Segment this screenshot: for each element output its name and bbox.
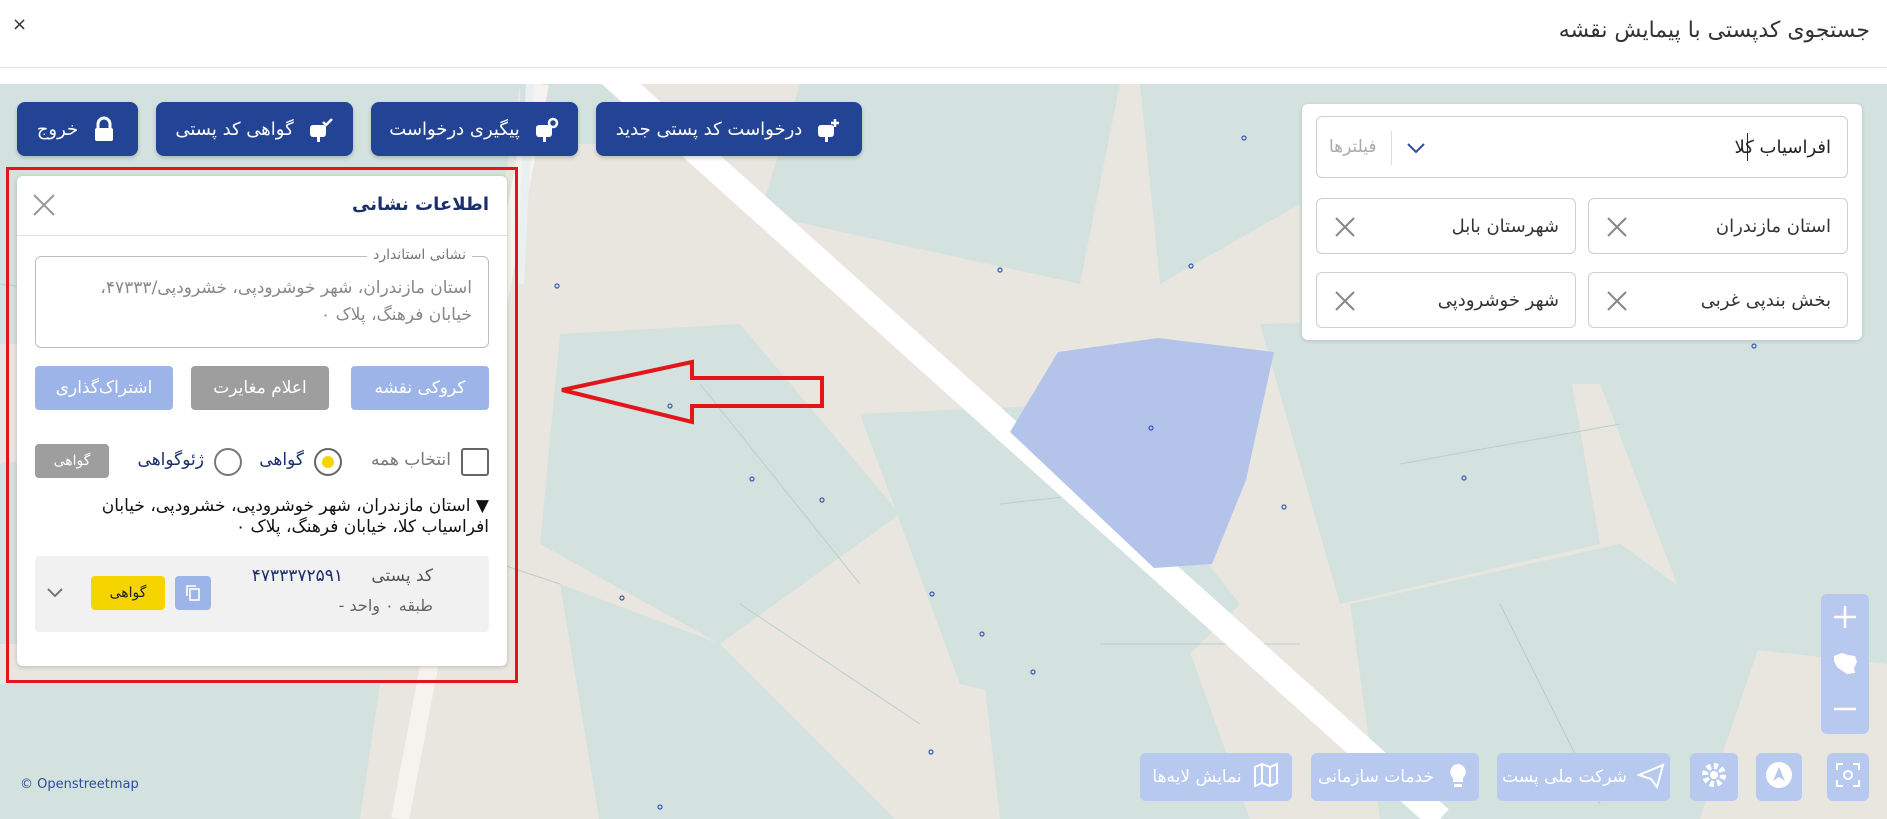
floor-unit-text: طبقه ۰ واحد - [338,596,433,615]
exit-label: خروج [36,118,79,140]
chevron-down-icon[interactable] [1405,137,1427,159]
filter-chip-district: بخش بندپی غربی [1588,272,1848,328]
standard-address-text: استان مازندران، شهر خوشرودپی، خشرودپی/۴۷… [100,278,472,325]
chip-label: بخش بندپی غربی [1700,290,1831,311]
zoom-out-icon[interactable] [1821,686,1869,732]
copy-icon[interactable] [175,576,211,610]
show-layers-button[interactable]: نمایش لایه‌ها [1140,753,1292,801]
result-certificate-button[interactable]: گواهی [91,576,165,610]
panel-header: اطلاعات نشانی [17,176,507,236]
lock-icon [90,115,118,143]
subscribe-button[interactable]: اشتراک‌گذاری [35,366,173,410]
postal-certificate-label: گواهی کد پستی [175,118,294,140]
certificate-button[interactable]: گواهی [35,444,109,478]
report-mismatch-button[interactable]: اعلام مغایرت [191,366,329,410]
track-request-button[interactable]: پیگیری درخواست [371,102,578,156]
filter-chip-county: شهرستان بابل [1316,198,1576,254]
settings-button[interactable] [1690,753,1738,801]
input-separator [1391,131,1392,165]
org-services-label: خدمات سازمانی [1318,767,1434,787]
address-tree-item[interactable]: ▼ استان مازندران، شهر خوشرودپی، خشرودپی،… [35,496,489,538]
mailbox-track-icon [532,115,560,143]
paper-plane-icon [1636,761,1665,794]
standard-address-field[interactable]: نشانی استاندارد استان مازندران، شهر خوشر… [35,247,489,348]
remove-chip-icon[interactable] [1605,289,1629,313]
panel-title: اطلاعات نشانی [351,194,489,215]
show-layers-label: نمایش لایه‌ها [1152,767,1242,787]
address-info-panel: اطلاعات نشانی نشانی استاندارد استان مازن… [17,176,507,666]
map-attribution[interactable]: © Openstreetmap [20,777,139,792]
postal-code-result-card: کد پستی ۴۷۳۳۳۷۲۵۹۱ طبقه ۰ واحد - گواهی [35,556,489,632]
filter-chip-city: شهر خوشرودپی [1316,272,1576,328]
text-cursor [1747,133,1748,161]
fullscreen-button[interactable] [1827,753,1869,801]
geo-certificate-radio-label: ژئوگواهی [137,450,204,470]
focus-frame-icon [1835,762,1861,793]
remove-chip-icon[interactable] [1333,289,1357,313]
geo-certificate-radio[interactable] [214,448,242,476]
search-value: افراسیاب کلا [1734,137,1831,158]
national-post-label: شرکت ملی پست [1502,767,1627,787]
chip-label: استان مازندران [1715,216,1831,237]
close-window-button[interactable]: × [12,14,27,35]
mailbox-check-icon [306,115,334,143]
close-panel-icon[interactable] [31,192,57,218]
zoom-in-icon[interactable] [1821,594,1869,640]
expand-chevron-icon[interactable] [45,582,65,602]
postal-code-value: ۴۷۳۳۳۷۲۵۹۱ [251,566,343,586]
remove-chip-icon[interactable] [1605,215,1629,239]
certificate-radio[interactable] [314,448,342,476]
map-sketch-button[interactable]: کروکی نقشه [351,366,489,410]
chip-label: شهرستان بابل [1451,216,1559,237]
search-panel: افراسیاب کلا فیلترها استان مازندران شهرس… [1302,104,1862,340]
map-icon [1252,761,1280,794]
new-postal-code-request-button[interactable]: درخواست کد پستی جدید [596,102,862,156]
postal-certificate-button[interactable]: گواهی کد پستی [156,102,353,156]
filters-label[interactable]: فیلترها [1329,137,1377,157]
lightbulb-gear-icon [1444,761,1472,794]
national-post-button[interactable]: شرکت ملی پست [1497,753,1670,801]
gear-icon [1700,761,1728,794]
chip-label: شهر خوشرودپی [1437,290,1559,311]
iran-map-icon[interactable] [1821,640,1869,686]
zoom-controls [1821,594,1869,734]
navigation-icon [1764,760,1794,795]
select-all-label: انتخاب همه [370,450,451,470]
certificate-radio-label: گواهی [259,450,304,470]
window-titlebar: جستجوی کدپستی با پیمایش نقشه × [0,0,1887,68]
window-title: جستجوی کدپستی با پیمایش نقشه [1558,18,1870,43]
remove-chip-icon[interactable] [1333,215,1357,239]
mailbox-plus-icon [814,115,842,143]
exit-button[interactable]: خروج [17,102,138,156]
select-all-checkbox[interactable] [461,448,489,476]
locate-button[interactable] [1756,753,1802,801]
new-request-label: درخواست کد پستی جدید [615,118,803,140]
track-request-label: پیگیری درخواست [389,118,520,140]
standard-address-legend: نشانی استاندارد [367,247,472,263]
filter-chip-province: استان مازندران [1588,198,1848,254]
search-input[interactable]: افراسیاب کلا فیلترها [1316,116,1848,178]
org-services-button[interactable]: خدمات سازمانی [1311,753,1479,801]
postal-code-label: کد پستی [371,566,433,586]
